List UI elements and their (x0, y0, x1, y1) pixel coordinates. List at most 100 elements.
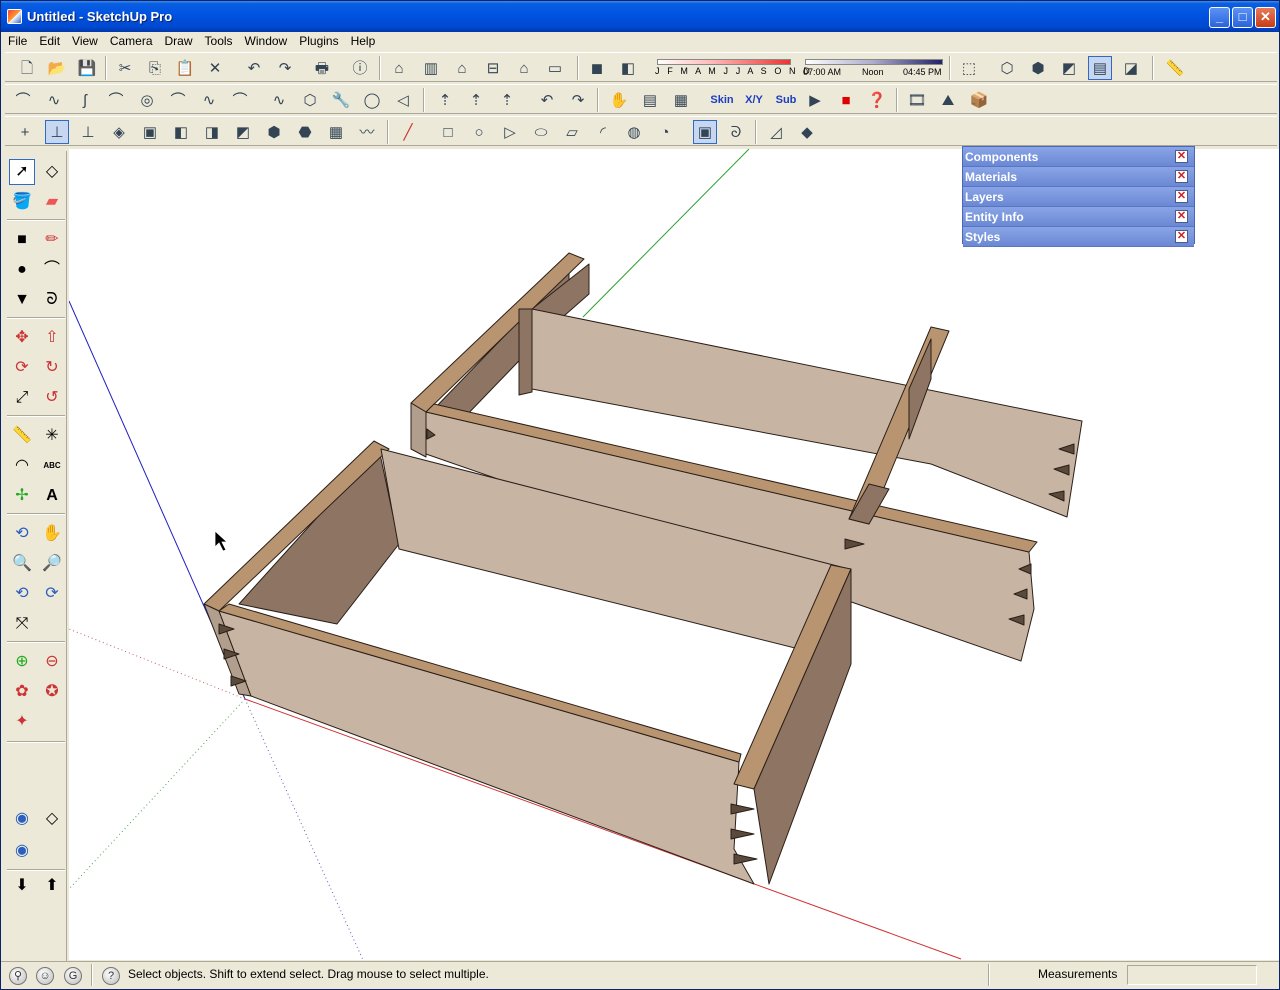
upload-model-icon[interactable]: ⬆ (39, 873, 65, 899)
triangle-icon[interactable]: ▷ (498, 120, 522, 144)
measurements-box[interactable] (1127, 965, 1257, 985)
ribbon-icon[interactable]: 〰 (355, 120, 379, 144)
follow-me-icon[interactable]: ↻ (39, 355, 65, 381)
skin-button[interactable]: Skin (707, 88, 737, 112)
orbit-icon[interactable]: ⟲ (9, 521, 35, 547)
photo-textures-icon[interactable]: ✿ (9, 679, 35, 705)
menu-help[interactable]: Help (344, 32, 381, 48)
arc-curve-icon[interactable]: ⌒ (104, 88, 128, 112)
next-view-icon[interactable]: ⟳ (39, 581, 65, 607)
text-tool-icon[interactable]: ABC (39, 453, 65, 479)
download-model-icon[interactable]: ⬇ (9, 873, 35, 899)
push-pull-icon[interactable]: ⇧ (39, 325, 65, 351)
arc-shape-icon[interactable]: ◜ (591, 120, 615, 144)
previous-view-icon[interactable]: ⟲ (9, 581, 35, 607)
open-icon[interactable]: 📂 (45, 56, 69, 80)
shaded-textures-icon[interactable]: ▤ (1088, 56, 1112, 80)
cut-icon[interactable]: ✂ (113, 56, 137, 80)
tray-close-icon[interactable]: ✕ (1175, 190, 1188, 203)
film-strip-icon[interactable]: 🎞 (905, 88, 929, 112)
tray-components[interactable]: Components ✕ (963, 147, 1194, 167)
share-model-icon[interactable]: ✦ (9, 709, 35, 735)
zigzag-icon[interactable]: ∿ (267, 88, 291, 112)
axis-tool-icon[interactable]: ⊥ (45, 120, 69, 144)
top-view-icon[interactable]: ▥ (419, 56, 443, 80)
tray-materials[interactable]: Materials ✕ (963, 167, 1194, 187)
spiral-icon[interactable]: ◎ (135, 88, 159, 112)
polyline-icon[interactable]: ∿ (42, 88, 66, 112)
circle-tool-icon[interactable]: ● (9, 257, 35, 283)
scale-icon[interactable]: ⤢ (9, 385, 35, 411)
menu-camera[interactable]: Camera (103, 32, 158, 48)
spline-icon[interactable]: ʃ (73, 88, 97, 112)
paint-bucket-icon[interactable]: 🪣 (9, 189, 35, 215)
model-viewport[interactable] (69, 149, 1279, 960)
help-icon[interactable]: ? (102, 967, 120, 985)
menu-draw[interactable]: Draw (158, 32, 198, 48)
xray-icon[interactable]: ⬚ (957, 56, 981, 80)
tray-close-icon[interactable]: ✕ (1175, 150, 1188, 163)
tape-measure-toolbar-icon[interactable]: 📏 (1163, 56, 1187, 80)
pie-icon[interactable]: ◔ (653, 120, 677, 144)
stop-icon[interactable]: ■ (834, 88, 858, 112)
geo-location-icon[interactable]: ⚲ (9, 967, 27, 985)
zoom-icon[interactable]: 🔍 (9, 551, 35, 577)
section-cut-icon[interactable]: ▣ (138, 120, 162, 144)
menu-file[interactable]: File (1, 32, 32, 48)
hidden-line-icon[interactable]: ⬢ (1026, 56, 1050, 80)
minimize-button[interactable]: _ (1209, 7, 1230, 28)
toggle-terrain-icon[interactable]: ⊖ (39, 649, 65, 675)
menu-plugins[interactable]: Plugins (292, 32, 343, 48)
arc-icon[interactable]: ⌒ (228, 88, 252, 112)
front-view-icon[interactable]: ⌂ (450, 56, 474, 80)
wrench-icon[interactable]: 🔧 (329, 88, 353, 112)
add-location-icon[interactable]: ⊕ (9, 649, 35, 675)
new-icon[interactable]: 🗋 (15, 56, 39, 80)
freehand-tool-icon[interactable]: ᘐ (39, 287, 65, 313)
print-icon[interactable]: 🖶 (310, 56, 334, 80)
joint-push-pull-icon[interactable]: ⇡ (433, 88, 457, 112)
eraser-plugin-icon[interactable]: ◆ (795, 120, 819, 144)
rotate-icon[interactable]: ⟳ (9, 355, 35, 381)
iso-view-icon[interactable]: ⌂ (387, 56, 411, 80)
tray-close-icon[interactable]: ✕ (1175, 230, 1188, 243)
model-info-icon[interactable]: ⓘ (348, 56, 372, 80)
time-slider[interactable] (805, 59, 943, 65)
rectangle-icon[interactable]: □ (436, 120, 460, 144)
component-icon-3[interactable]: ◩ (231, 120, 255, 144)
google-earth-icon[interactable]: ◉ (9, 806, 35, 832)
arc-tool-icon[interactable]: ⌒ (39, 257, 65, 283)
date-slider[interactable] (657, 59, 791, 65)
protractor-icon[interactable]: ◠ (9, 453, 35, 479)
component-icon-2[interactable]: ◨ (200, 120, 224, 144)
box-icon-2[interactable]: ⬣ (293, 120, 317, 144)
google-sign-in-icon[interactable]: G (64, 967, 82, 985)
model-scene[interactable] (69, 149, 1279, 960)
freehand-shape-icon[interactable]: ᘐ (724, 120, 748, 144)
component-icon-1[interactable]: ◧ (169, 120, 193, 144)
display-shadows-icon[interactable]: ◧ (616, 56, 640, 80)
tape-measure-icon[interactable]: 📏 (9, 423, 35, 449)
rectangle-tool-icon[interactable]: ■ (9, 227, 35, 253)
offset-icon[interactable]: ↺ (39, 385, 65, 411)
axes-icon[interactable]: ✢ (9, 483, 35, 509)
preview-earth-icon[interactable]: ◇ (39, 806, 65, 832)
tray-close-icon[interactable]: ✕ (1175, 210, 1188, 223)
monochrome-icon[interactable]: ◪ (1119, 56, 1143, 80)
close-button[interactable]: ✕ (1255, 7, 1276, 28)
sketchup-app-icon[interactable] (7, 9, 22, 24)
hand-tool-icon[interactable]: ✋ (607, 88, 631, 112)
menu-edit[interactable]: Edit (32, 32, 65, 48)
tray-styles[interactable]: Styles ✕ (963, 227, 1194, 247)
pan-hand-icon[interactable]: ✋ (39, 521, 65, 547)
freehand-curve-icon[interactable]: ∿ (197, 88, 221, 112)
sphere-icon[interactable]: ◍ (622, 120, 646, 144)
curve-loop-icon[interactable]: ◁ (391, 88, 415, 112)
help-plugin-icon[interactable]: ❓ (865, 88, 889, 112)
tray-entity-info[interactable]: Entity Info ✕ (963, 207, 1194, 227)
wireframe-icon[interactable]: ⬡ (995, 56, 1019, 80)
erase-icon[interactable]: ✕ (203, 56, 227, 80)
copy-icon[interactable]: ⎘ (143, 56, 167, 80)
menu-view[interactable]: View (65, 32, 103, 48)
bezier-curve-icon[interactable]: ⌒ (11, 88, 35, 112)
